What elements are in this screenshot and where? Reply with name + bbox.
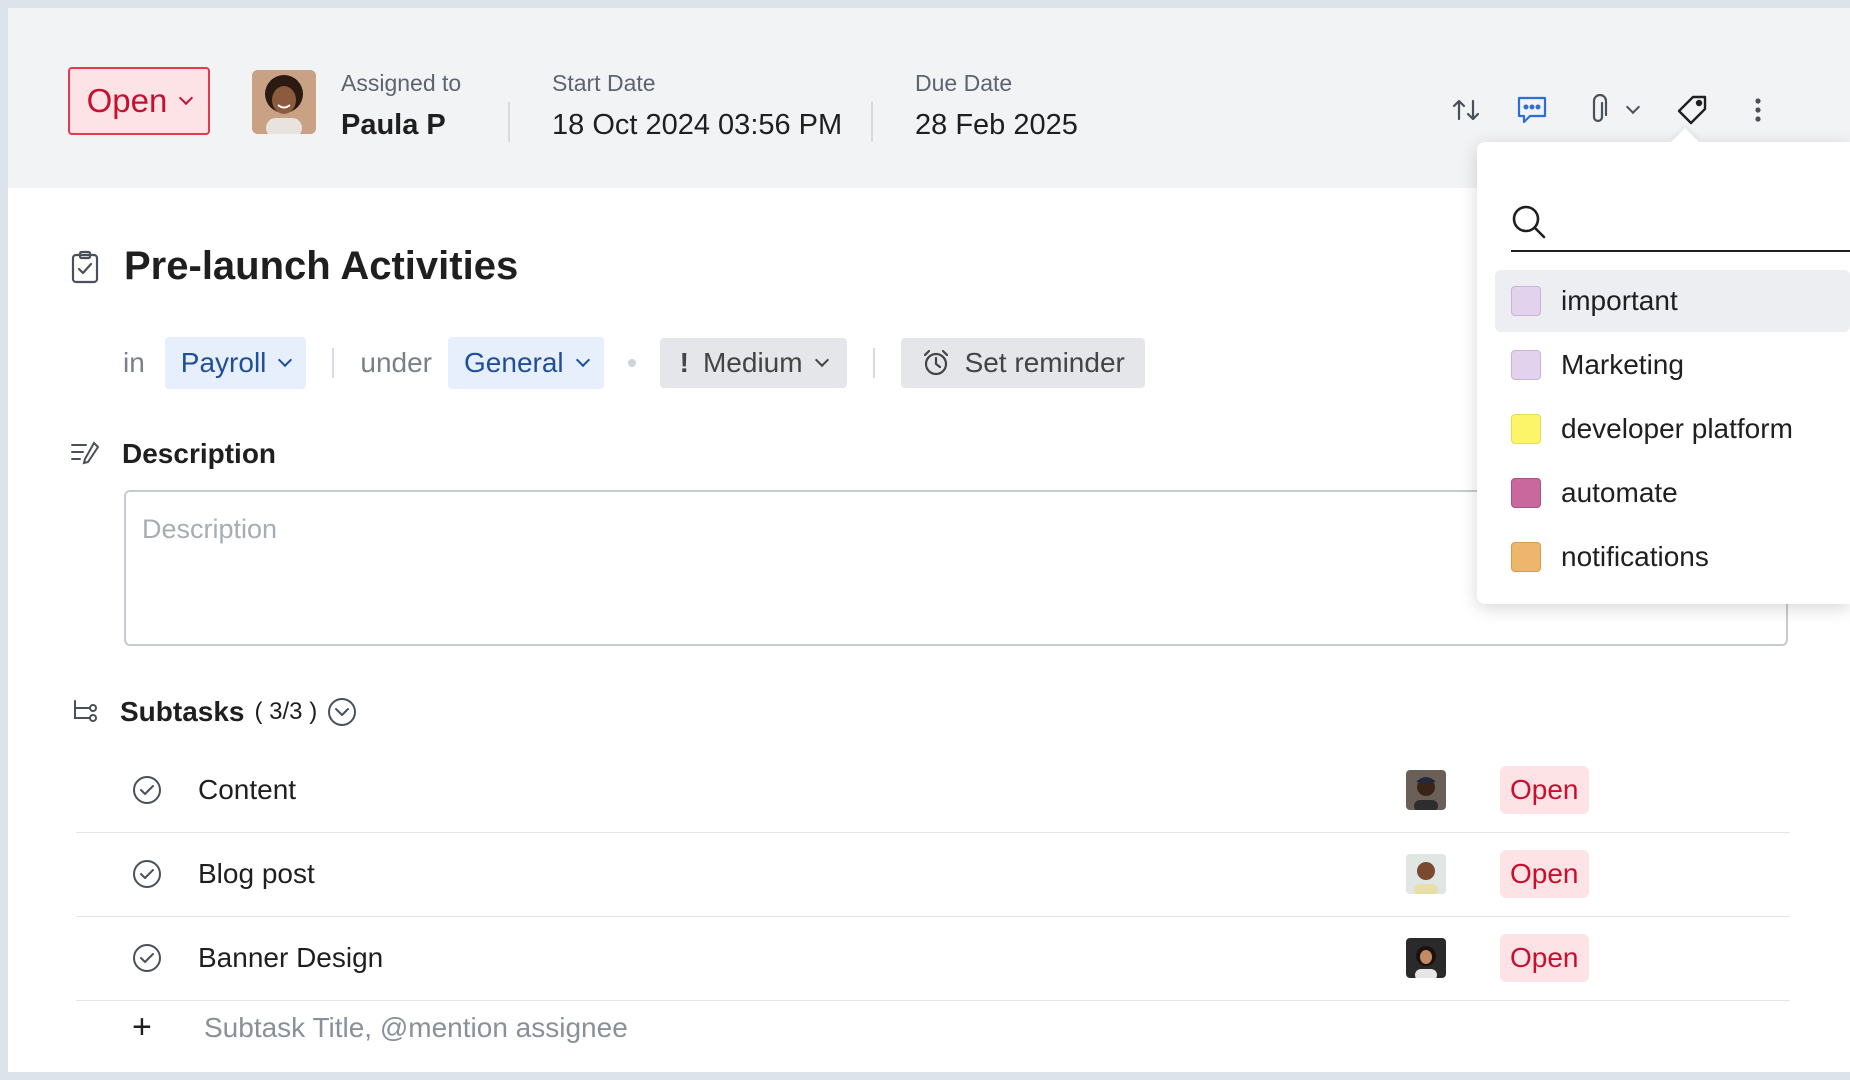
under-label: under <box>360 347 433 378</box>
project-name: Payroll <box>180 347 267 378</box>
subtask-assignee-avatar[interactable] <box>1406 770 1446 810</box>
task-properties: in Payroll under General ! Medium Set re… <box>123 337 1145 389</box>
divider <box>872 348 875 378</box>
subtask-assignee-avatar[interactable] <box>1406 854 1446 894</box>
complete-check-icon[interactable] <box>132 859 162 889</box>
collapse-toggle-icon[interactable] <box>327 697 357 727</box>
chevron-down-icon <box>814 352 829 368</box>
tag-option[interactable]: Marketing <box>1495 334 1850 396</box>
add-subtask-row[interactable]: + <box>132 1008 1106 1047</box>
subtasks-heading: Subtasks <box>120 696 245 727</box>
description-edit-icon <box>71 441 100 465</box>
tasklist-name: General <box>464 347 564 378</box>
due-date-block[interactable]: Due Date 28 Feb 2025 <box>915 70 1078 142</box>
tag-color-swatch <box>1511 350 1541 380</box>
reminder-label: Set reminder <box>964 347 1125 378</box>
priority-label: Medium <box>702 347 803 378</box>
tag-option[interactable]: notifications <box>1495 526 1850 588</box>
chevron-down-icon <box>278 352 293 368</box>
tag-search-input[interactable] <box>1561 200 1835 242</box>
priority-dropdown[interactable]: ! Medium <box>659 338 847 388</box>
subtask-row[interactable]: Banner Design Open <box>76 916 1790 1001</box>
assignee-block[interactable]: Assigned to Paula P <box>341 70 461 142</box>
add-subtask-input[interactable] <box>202 1010 1106 1045</box>
subtasks-count: ( 3/3 ) <box>254 698 318 725</box>
tag-search-field[interactable] <box>1511 192 1850 252</box>
task-clipboard-icon <box>71 250 99 283</box>
tag-option[interactable]: important <box>1495 270 1850 332</box>
chevron-down-icon <box>179 90 194 106</box>
subtask-name[interactable]: Content <box>198 774 296 806</box>
complete-check-icon[interactable] <box>132 943 162 973</box>
task-title[interactable]: Pre-launch Activities <box>124 244 518 289</box>
tag-color-swatch <box>1511 542 1541 572</box>
tag-option[interactable]: developer platform <box>1495 398 1850 460</box>
status-dropdown[interactable]: Open <box>68 67 210 135</box>
tag-icon[interactable] <box>1674 92 1710 128</box>
assignee-avatar[interactable] <box>252 70 316 134</box>
start-date-value: 18 Oct 2024 03:56 PM <box>552 109 843 141</box>
start-date-block[interactable]: Start Date 18 Oct 2024 03:56 PM <box>552 70 842 142</box>
project-dropdown[interactable]: Payroll <box>164 337 307 389</box>
tag-name: automate <box>1561 477 1678 508</box>
tasklist-dropdown[interactable]: General <box>448 337 604 389</box>
search-icon <box>1512 205 1546 239</box>
tag-name: Marketing <box>1561 349 1684 380</box>
divider <box>871 102 873 142</box>
subtask-status-badge[interactable]: Open <box>1500 934 1589 982</box>
chevron-down-icon[interactable] <box>1620 92 1646 128</box>
more-vertical-icon[interactable] <box>1740 92 1776 128</box>
task-detail-panel: Open Assigned to Paula P Start Date 18 O… <box>8 8 1850 1072</box>
due-date-value: 28 Feb 2025 <box>915 109 1078 141</box>
tag-dropdown: important Marketing developer platform a… <box>1477 127 1850 604</box>
description-heading-row: Description <box>70 438 276 470</box>
priority-exclamation-icon: ! <box>679 347 689 378</box>
assigned-to-label: Assigned to <box>341 70 462 96</box>
comment-icon[interactable] <box>1514 92 1550 128</box>
in-label: in <box>123 347 145 378</box>
assignee-name: Paula P <box>341 109 446 141</box>
tag-name: developer platform <box>1561 413 1793 444</box>
plus-icon[interactable]: + <box>132 1008 162 1047</box>
subtask-status-badge[interactable]: Open <box>1500 850 1589 898</box>
tag-color-swatch <box>1511 478 1541 508</box>
attachment-icon[interactable] <box>1580 92 1616 128</box>
subtask-row[interactable]: Blog post Open <box>76 832 1790 917</box>
tag-name: important <box>1561 285 1678 316</box>
subtask-tree-icon <box>74 700 97 722</box>
tag-color-swatch <box>1511 414 1541 444</box>
chevron-down-icon <box>575 352 590 368</box>
tag-color-swatch <box>1511 286 1541 316</box>
swap-icon[interactable] <box>1448 92 1484 128</box>
subtask-assignee-avatar[interactable] <box>1406 938 1446 978</box>
status-label: Open <box>86 82 168 119</box>
set-reminder-button[interactable]: Set reminder <box>900 338 1145 388</box>
subtask-status-badge[interactable]: Open <box>1500 766 1589 814</box>
subtask-row[interactable]: Content Open <box>76 748 1790 833</box>
alarm-clock-icon <box>923 349 948 376</box>
subtask-name[interactable]: Banner Design <box>198 942 383 974</box>
task-title-row: Pre-launch Activities <box>70 244 518 289</box>
divider <box>332 348 335 378</box>
due-date-label: Due Date <box>915 70 1013 96</box>
separator-dot <box>627 359 636 367</box>
start-date-label: Start Date <box>552 70 656 96</box>
subtask-name[interactable]: Blog post <box>198 858 315 890</box>
complete-check-icon[interactable] <box>132 775 162 805</box>
tag-name: notifications <box>1561 541 1709 572</box>
subtasks-heading-row: Subtasks ( 3/3 ) <box>70 696 357 728</box>
description-heading: Description <box>122 438 277 469</box>
tag-option[interactable]: automate <box>1495 462 1850 524</box>
divider <box>508 102 510 142</box>
